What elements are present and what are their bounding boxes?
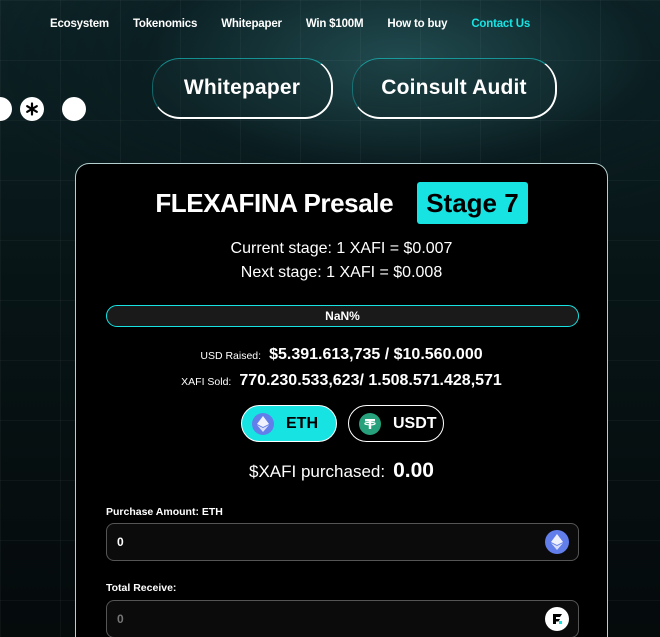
asterisk-icon — [26, 102, 38, 116]
total-receive-field — [106, 600, 579, 637]
ethereum-icon — [545, 530, 569, 554]
tether-icon — [359, 412, 381, 435]
top-navigation: Ecosystem Tokenomics Whitepaper Win $100… — [50, 17, 530, 31]
whitepaper-button[interactable]: Whitepaper — [152, 58, 333, 119]
linktree-icon[interactable] — [20, 97, 44, 121]
stage-badge: Stage 7 — [417, 182, 528, 224]
ethereum-icon — [252, 412, 274, 435]
eth-label: ETH — [286, 414, 318, 432]
xafi-token-icon — [545, 607, 569, 631]
usd-raised-label: USD Raised: — [200, 350, 262, 362]
xafi-purchased-value: 0.00 — [393, 459, 434, 482]
nav-item-how-to-buy[interactable]: How to buy — [387, 18, 447, 30]
usdt-label: USDT — [393, 414, 437, 432]
social-icon[interactable] — [0, 97, 12, 121]
nav-item-whitepaper[interactable]: Whitepaper — [221, 18, 282, 30]
usdt-currency-button[interactable]: USDT — [348, 405, 444, 442]
purchase-amount-input[interactable] — [117, 535, 497, 549]
xafi-sold-value: 770.230.533,623/ 1.508.571.428,571 — [239, 372, 502, 389]
presale-card: FLEXAFINA Presale Stage 7 Current stage:… — [75, 163, 608, 637]
nav-item-win-100m[interactable]: Win $100M — [306, 18, 364, 30]
usd-raised-row: USD Raised: $5.391.613,735 / $10.560.000 — [76, 346, 607, 364]
xafi-sold-label: XAFI Sold: — [181, 376, 232, 388]
next-stage-price: Next stage: 1 XAFI = $0.008 — [240, 264, 443, 281]
xafi-purchased-row: $XAFI purchased: 0.00 — [76, 459, 607, 483]
nav-item-tokenomics[interactable]: Tokenomics — [133, 18, 197, 30]
eth-currency-button[interactable]: ETH — [241, 405, 337, 442]
nav-item-ecosystem[interactable]: Ecosystem — [50, 18, 109, 30]
current-stage-price: Current stage: 1 XAFI = $0.007 — [230, 240, 453, 257]
total-receive-input[interactable] — [117, 612, 497, 626]
presale-header: FLEXAFINA Presale Stage 7 — [76, 182, 607, 224]
xafi-purchased-label: $XAFI purchased: — [249, 462, 386, 481]
xafi-sold-row: XAFI Sold: 770.230.533,623/ 1.508.571.42… — [76, 372, 607, 390]
usd-raised-value: $5.391.613,735 / $10.560.000 — [269, 346, 483, 363]
nav-item-contact-us[interactable]: Contact Us — [471, 18, 530, 30]
presale-title: FLEXAFINA Presale — [155, 187, 394, 218]
progress-percent-text: NaN% — [325, 309, 360, 323]
total-receive-label: Total Receive: — [106, 582, 177, 594]
presale-progress-bar: NaN% — [106, 305, 579, 327]
purchase-amount-label: Purchase Amount: ETH — [106, 506, 223, 518]
social-icon[interactable] — [62, 97, 86, 121]
coinsult-audit-button[interactable]: Coinsult Audit — [352, 58, 557, 119]
purchase-amount-field — [106, 523, 579, 561]
